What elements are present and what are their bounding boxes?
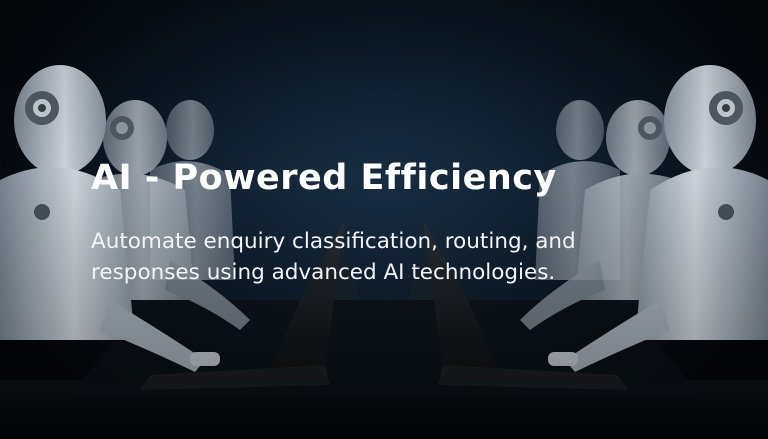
hero-subtitle: Automate enquiry classification, routing…	[91, 229, 576, 285]
dark-overlay	[0, 0, 768, 439]
hero-banner: AI - Powered Efficiency Automate enquiry…	[0, 0, 768, 439]
hero-title: AI - Powered Efficiency	[91, 158, 557, 198]
